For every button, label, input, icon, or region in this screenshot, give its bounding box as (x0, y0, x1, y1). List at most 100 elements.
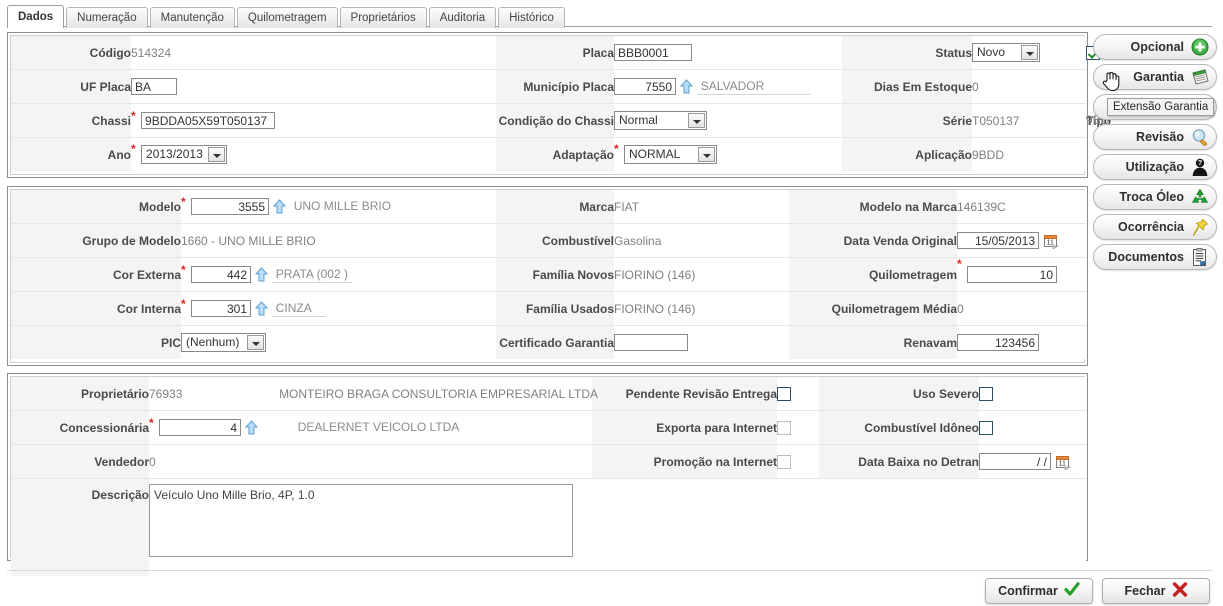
table-row: Cor Externa * 442 PRATA (002 ) Família N… (11, 257, 1086, 292)
chevron-down-icon[interactable] (247, 335, 264, 350)
chevron-down-icon[interactable] (208, 147, 226, 162)
lookup-arrow-icon[interactable] (680, 79, 694, 94)
modelo-code-input[interactable]: 3555 (191, 198, 270, 215)
cor-interna-label: Cor Interna (11, 291, 181, 326)
condicao-chassi-value: Normal (619, 113, 658, 127)
panel-modelo: Modelo * 3555 UNO MILLE BRIO Marca FIAT … (7, 186, 1088, 366)
adaptacao-cell: * NORMAL (614, 137, 842, 171)
chevron-down-icon[interactable] (688, 113, 705, 128)
exporta-para-internet-checkbox[interactable] (777, 420, 791, 435)
descricao-cell: Veículo Uno Mille Brio, 4P, 1.0 (149, 478, 1086, 576)
required-marker: * (149, 416, 154, 430)
codigo-label: Código (11, 36, 131, 70)
modelo-cell: * 3555 UNO MILLE BRIO (181, 190, 496, 224)
tab-proprietarios[interactable]: Proprietários (339, 7, 427, 28)
adaptacao-select[interactable]: NORMAL (624, 145, 718, 164)
combustivel-idoneo-label: Combustível Idôneo (819, 410, 979, 445)
clipboard-icon (1190, 247, 1210, 267)
placa-input[interactable]: BBB0001 (614, 44, 692, 61)
panel-proprietario-inner: Proprietário 76933 MONTEIRO BRAGA CONSUL… (10, 376, 1086, 576)
proprietario-grid: Proprietário 76933 MONTEIRO BRAGA CONSUL… (11, 377, 1086, 576)
sidebar-button-troca-oleo[interactable]: Troca Óleo (1093, 184, 1217, 210)
table-row: Grupo de Modelo 1660 - UNO MILLE BRIO Co… (11, 223, 1086, 258)
uf-placa-label: UF Placa (11, 69, 131, 104)
quilometragem-label: Quilometragem (789, 257, 957, 292)
pic-select[interactable]: (Nenhum) (181, 333, 266, 352)
tab-label: Auditoria (439, 12, 486, 24)
sidebar-button-utilizacao[interactable]: Utilização ? (1093, 154, 1217, 180)
ano-cell: * 2013/2013 (131, 137, 496, 171)
sidebar-button-documentos[interactable]: Documentos (1093, 244, 1217, 270)
tab-quilometragem[interactable]: Quilometragem (236, 7, 338, 28)
cor-interna-name: CINZA (271, 301, 326, 317)
adaptacao-select-value: NORMAL (629, 147, 681, 161)
cor-externa-code-input[interactable]: 442 (191, 266, 252, 283)
cor-interna-code-input[interactable]: 301 (191, 300, 252, 317)
codigo-value: 514324 (131, 36, 496, 70)
data-baixa-no-detran-label: Data Baixa no Detran (819, 444, 979, 479)
pic-select-value: (Nenhum) (186, 335, 240, 349)
calendar-icon[interactable]: 11 (1056, 454, 1072, 471)
renavam-cell: 123456 (957, 325, 1086, 359)
confirmar-button[interactable]: Confirmar (985, 578, 1093, 604)
tab-label: Quilometragem (247, 12, 327, 24)
calendar-icon[interactable]: 11 (1044, 233, 1060, 250)
svg-text:11: 11 (1047, 239, 1054, 246)
condicao-chassi-cell: Normal (614, 103, 842, 138)
tab-numeracao[interactable]: Numeração (66, 7, 148, 28)
certificado-garantia-input[interactable] (614, 334, 688, 351)
combustivel-label: Combustível (496, 223, 614, 258)
promocao-na-internet-checkbox[interactable] (777, 454, 791, 469)
tab-label: Manutenção (160, 12, 224, 24)
ano-select[interactable]: 2013/2013 (141, 145, 228, 164)
promocao-na-internet-label: Promoção na Internet (592, 444, 777, 479)
lookup-arrow-icon[interactable] (255, 301, 269, 316)
sidebar-button-opcional[interactable]: Opcional (1093, 34, 1217, 60)
quilometragem-media-value: 0 (957, 291, 1086, 326)
concessionaria-code-input[interactable]: 4 (159, 419, 242, 436)
exporta-para-internet-cell (777, 410, 819, 445)
tab-label: Proprietários (350, 12, 416, 24)
renavam-input[interactable]: 123456 (957, 334, 1039, 351)
tab-dados[interactable]: Dados (7, 5, 65, 28)
uf-placa-input[interactable]: BA (131, 78, 177, 95)
required-marker: * (181, 263, 186, 277)
chassi-input[interactable]: 9BDDA05X59T050137 (141, 112, 276, 129)
status-select[interactable]: Novo (972, 43, 1040, 62)
condicao-chassi-select[interactable]: Normal (614, 111, 707, 130)
marca-value: FIAT (614, 190, 789, 224)
sidebar-button-label: Documentos (1108, 250, 1184, 264)
data-venda-original-input[interactable]: 15/05/2013 (957, 232, 1039, 249)
modelo-label: Modelo (11, 190, 181, 224)
municipio-placa-code-input[interactable]: 7550 (614, 78, 676, 95)
required-marker: * (131, 142, 136, 156)
descricao-textarea[interactable]: Veículo Uno Mille Brio, 4P, 1.0 (149, 484, 573, 557)
uso-severo-checkbox[interactable] (979, 386, 993, 401)
data-venda-original-cell: 15/05/2013 11 (957, 223, 1086, 258)
sidebar-button-revisao[interactable]: Revisão (1093, 124, 1217, 150)
tab-auditoria[interactable]: Auditoria (428, 7, 497, 28)
chevron-down-icon[interactable] (698, 147, 716, 162)
lookup-arrow-icon[interactable] (245, 420, 259, 435)
panel-modelo-inner: Modelo * 3555 UNO MILLE BRIO Marca FIAT … (10, 189, 1086, 363)
lookup-arrow-icon[interactable] (255, 267, 269, 282)
vendedor-value: 0 (149, 444, 592, 479)
data-baixa-no-detran-input[interactable]: / / (979, 453, 1051, 470)
municipio-placa-cell: 7550 SALVADOR (614, 69, 842, 104)
footer-divider (7, 570, 1212, 571)
tab-strip: Dados Numeração Manutenção Quilometragem… (7, 4, 567, 28)
fechar-button[interactable]: Fechar (1102, 578, 1210, 604)
sidebar-button-label: Troca Óleo (1119, 190, 1184, 204)
tooltip-extensao-garantia: Extensão Garantia (1107, 98, 1215, 116)
quilometragem-input[interactable]: 10 (967, 266, 1058, 283)
pendente-revisao-entrega-checkbox[interactable] (777, 386, 791, 401)
confirmar-button-label: Confirmar (998, 584, 1058, 598)
status-label: Status (842, 36, 972, 70)
lookup-arrow-icon[interactable] (273, 199, 287, 214)
mouse-cursor-pointer (1101, 70, 1121, 92)
tab-manutencao[interactable]: Manutenção (149, 7, 235, 28)
tab-historico[interactable]: Histórico (498, 7, 565, 28)
chevron-down-icon[interactable] (1021, 45, 1038, 60)
sidebar-button-ocorrencia[interactable]: Ocorrência (1093, 214, 1217, 240)
combustivel-idoneo-checkbox[interactable] (979, 420, 993, 435)
